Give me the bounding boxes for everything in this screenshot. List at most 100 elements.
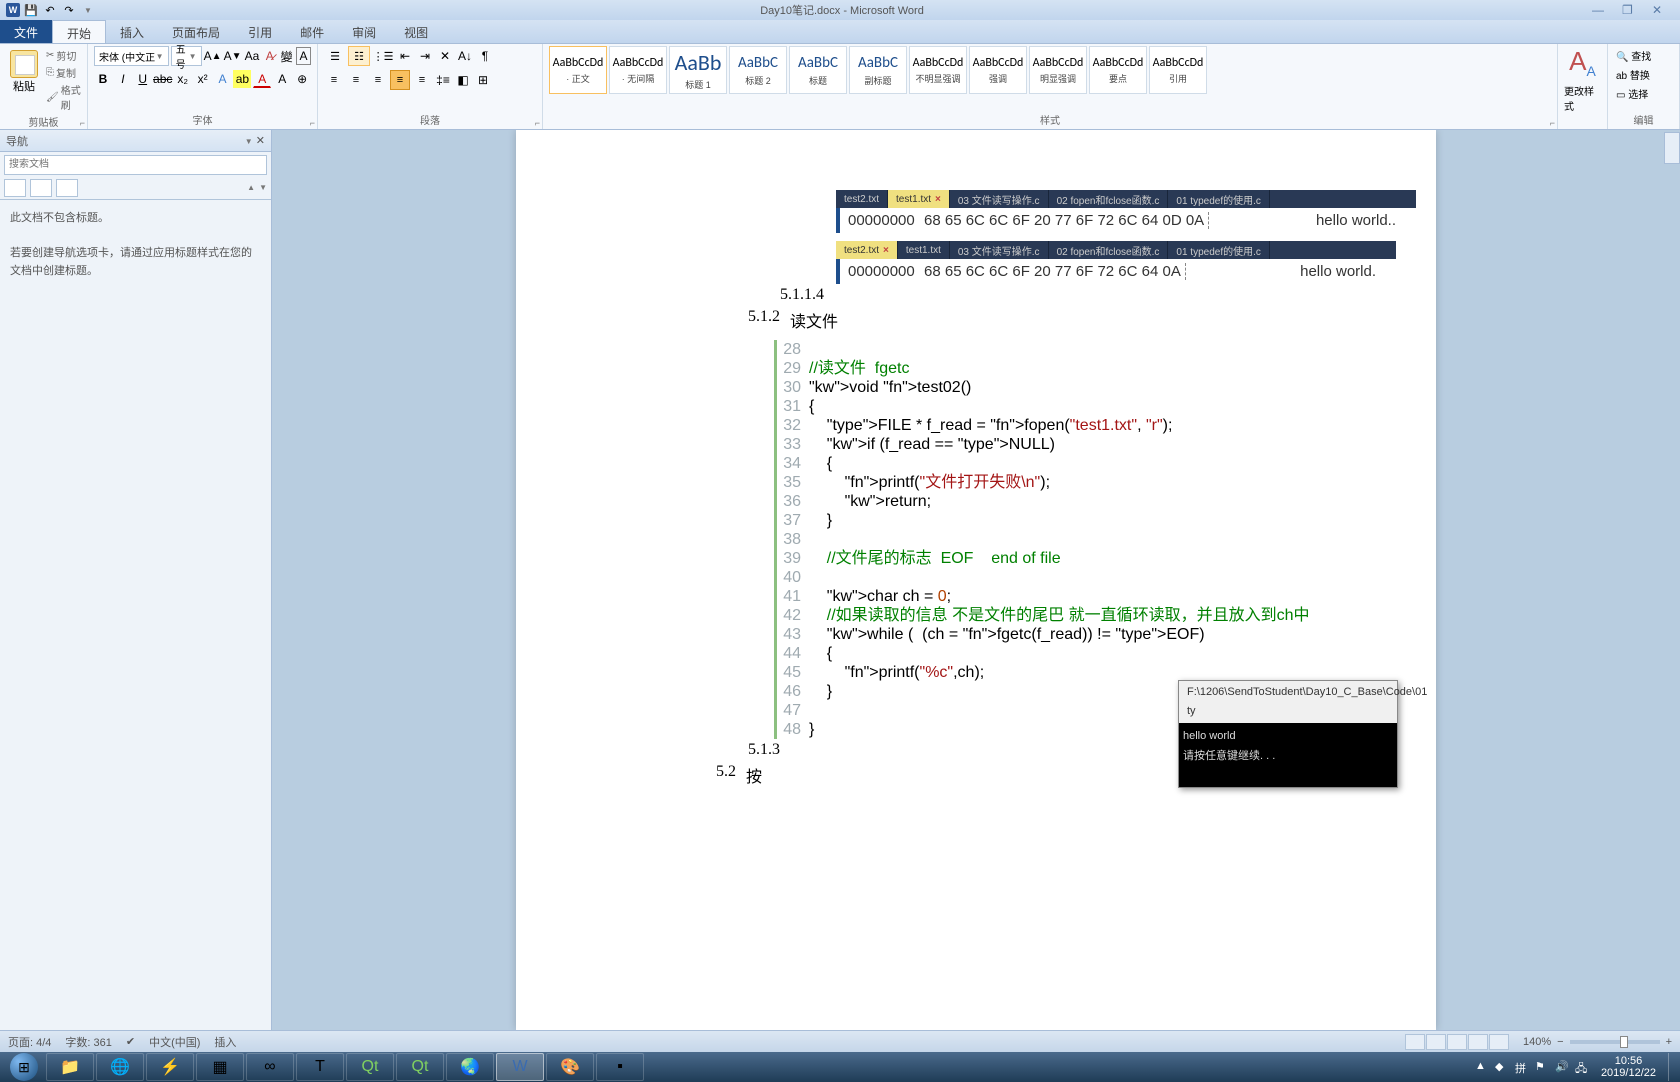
status-words[interactable]: 字数: 361	[65, 1034, 111, 1050]
font-name-combo[interactable]: 宋体 (中文正▼	[94, 46, 169, 66]
cut-button[interactable]: ✂剪切	[46, 48, 81, 63]
status-page[interactable]: 页面: 4/4	[8, 1034, 51, 1050]
undo-icon[interactable]: ↶	[42, 2, 58, 18]
align-distribute-button[interactable]: ≡	[412, 70, 432, 90]
taskbar-qt2[interactable]: Qt	[396, 1053, 444, 1081]
zoom-slider[interactable]	[1570, 1040, 1660, 1044]
grow-font-button[interactable]: A▲	[204, 47, 222, 65]
view-full-screen[interactable]	[1426, 1034, 1446, 1050]
shrink-font-button[interactable]: A▼	[224, 47, 242, 65]
sort-button[interactable]: A↓	[456, 47, 474, 65]
zoom-out-button[interactable]: −	[1557, 1036, 1563, 1048]
bold-button[interactable]: B	[94, 70, 112, 88]
nav-search-input[interactable]	[4, 155, 267, 175]
tray-icon-vol[interactable]: 🔊	[1555, 1060, 1569, 1074]
show-marks-button[interactable]: ¶	[476, 47, 494, 65]
superscript-button[interactable]: x²	[194, 70, 212, 88]
style-item[interactable]: AaBbC标题 2	[729, 46, 787, 94]
copy-button[interactable]: ⎘复制	[46, 65, 81, 80]
tab-home[interactable]: 开始	[52, 20, 106, 43]
char-shading-button[interactable]: A	[273, 70, 291, 88]
save-icon[interactable]: 💾	[23, 2, 39, 18]
align-left-button[interactable]: ≡	[324, 70, 344, 90]
styles-gallery[interactable]: AaBbCcDd· 正文AaBbCcDd· 无间隔AaBb标题 1AaBbC标题…	[549, 46, 1551, 94]
tray-icon-ime[interactable]: 拼	[1515, 1060, 1529, 1074]
taskbar-app2[interactable]: 🌏	[446, 1053, 494, 1081]
view-web-layout[interactable]	[1447, 1034, 1467, 1050]
style-item[interactable]: AaBbC副标题	[849, 46, 907, 94]
status-lang[interactable]: 中文(中国)	[149, 1034, 200, 1050]
borders-button[interactable]: ⊞	[474, 71, 492, 89]
redo-icon[interactable]: ↷	[61, 2, 77, 18]
tab-view[interactable]: 视图	[390, 20, 442, 43]
tray-icon[interactable]: ▲	[1475, 1060, 1489, 1074]
clipboard-dialog-icon[interactable]: ⌐	[80, 118, 85, 128]
word-app-icon[interactable]: W	[6, 3, 20, 17]
tray-clock[interactable]: 10:56 2019/12/22	[1595, 1055, 1662, 1079]
document-scroll[interactable]: test2.txttest1.txt ×03 文件读写操作.c02 fopen和…	[272, 130, 1680, 1030]
taskbar-word[interactable]: W	[496, 1053, 544, 1081]
italic-button[interactable]: I	[114, 70, 132, 88]
enclose-char-button[interactable]: ⊕	[293, 70, 311, 88]
styles-dialog-icon[interactable]: ⌐	[1550, 118, 1555, 128]
change-styles-icon[interactable]: AA	[1569, 46, 1596, 79]
align-right-button[interactable]: ≡	[368, 70, 388, 90]
taskbar-app1[interactable]: ⚡	[146, 1053, 194, 1081]
align-justify-button[interactable]: ≡	[390, 70, 410, 90]
nav-close-icon[interactable]: ✕	[256, 135, 265, 147]
taskbar-cmd[interactable]: ▪	[596, 1053, 644, 1081]
zoom-level[interactable]: 140%	[1523, 1036, 1551, 1048]
format-painter-button[interactable]: 🖌格式刷	[46, 82, 81, 112]
taskbar-paint[interactable]: 🎨	[546, 1053, 594, 1081]
phonetic-button[interactable]: 變	[279, 47, 294, 65]
find-button[interactable]: 🔍 查找	[1616, 48, 1671, 63]
tab-references[interactable]: 引用	[234, 20, 286, 43]
minimize-button[interactable]: —	[1592, 3, 1610, 17]
nav-up-icon[interactable]: ▲	[247, 183, 255, 192]
style-item[interactable]: AaBbCcDd要点	[1089, 46, 1147, 94]
tab-insert[interactable]: 插入	[106, 20, 158, 43]
font-color-button[interactable]: A	[253, 70, 271, 88]
taskbar-visual-studio[interactable]: ∞	[246, 1053, 294, 1081]
nav-tab-results[interactable]	[56, 179, 78, 197]
select-button[interactable]: ▭ 选择	[1616, 86, 1671, 101]
qat-dropdown-icon[interactable]: ▼	[80, 2, 96, 18]
taskbar-explorer[interactable]: 📁	[46, 1053, 94, 1081]
style-item[interactable]: AaBbCcDd· 正文	[549, 46, 607, 94]
style-item[interactable]: AaBbCcDd引用	[1149, 46, 1207, 94]
increase-indent-button[interactable]: ⇥	[416, 47, 434, 65]
clear-formatting-button[interactable]: A̷	[262, 47, 277, 65]
taskbar-chrome[interactable]: 🌐	[96, 1053, 144, 1081]
view-draft[interactable]	[1489, 1034, 1509, 1050]
taskbar-notepad[interactable]: T	[296, 1053, 344, 1081]
show-desktop-button[interactable]	[1668, 1053, 1676, 1081]
style-item[interactable]: AaBbCcDd· 无间隔	[609, 46, 667, 94]
nav-tab-headings[interactable]	[4, 179, 26, 197]
style-item[interactable]: AaBbCcDd不明显强调	[909, 46, 967, 94]
tray-icon-net[interactable]: 🖧	[1575, 1060, 1589, 1074]
tab-page-layout[interactable]: 页面布局	[158, 20, 234, 43]
line-spacing-button[interactable]: ‡≡	[434, 71, 452, 89]
status-mode[interactable]: 插入	[214, 1034, 236, 1050]
start-button[interactable]: ⊞	[4, 1052, 44, 1082]
char-border-button[interactable]: A	[296, 47, 311, 65]
change-case-button[interactable]: Aa	[244, 47, 261, 65]
style-item[interactable]: AaBbCcDd强调	[969, 46, 1027, 94]
style-item[interactable]: AaBb标题 1	[669, 46, 727, 94]
nav-down-icon[interactable]: ▼	[259, 183, 267, 192]
tray-icon-flag[interactable]: ⚑	[1535, 1060, 1549, 1074]
close-button[interactable]: ✕	[1652, 3, 1670, 17]
font-dialog-icon[interactable]: ⌐	[310, 118, 315, 128]
align-center-button[interactable]: ≡	[346, 70, 366, 90]
tray-icon-blue[interactable]: ◆	[1495, 1060, 1509, 1074]
restore-button[interactable]: ❐	[1622, 3, 1640, 17]
numbering-button[interactable]: ☷	[348, 46, 370, 66]
bullets-button[interactable]: ☰	[324, 46, 346, 66]
chevron-down-icon[interactable]: ▼	[245, 137, 253, 146]
status-proof-icon[interactable]: ✔	[126, 1035, 135, 1048]
font-size-combo[interactable]: 五号▼	[171, 46, 202, 66]
asian-layout-button[interactable]: ✕	[436, 47, 454, 65]
taskbar-sublime[interactable]: ▦	[196, 1053, 244, 1081]
text-effects-button[interactable]: A	[214, 70, 232, 88]
shading-button[interactable]: ◧	[454, 71, 472, 89]
